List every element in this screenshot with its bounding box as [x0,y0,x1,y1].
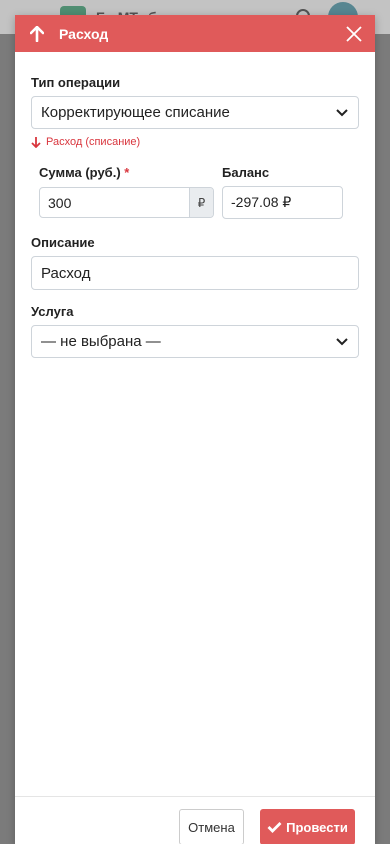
modal-title: Расход [59,25,109,42]
service-value: — не выбрана — [41,333,161,350]
cancel-button[interactable]: Отмена [179,809,244,844]
modal-footer: Отмена Провести [15,796,375,844]
close-icon[interactable] [345,25,363,43]
operation-type-hint: Расход (списание) [31,136,359,148]
balance-field: -297.08 ₽ [222,186,343,219]
expense-modal: Расход Тип операции Корректирующее списа… [15,15,375,844]
operation-type-select[interactable]: Корректирующее списание [31,96,359,129]
chevron-down-icon [335,108,349,118]
check-icon [267,821,282,833]
operation-type-value: Корректирующее списание [41,104,230,121]
modal-header: Расход [15,15,375,52]
description-input[interactable]: Расход [31,256,359,290]
operation-type-label: Тип операции [31,75,121,90]
amount-balance-row: Сумма (руб.) * 300 ₽ Баланс -297.08 ₽ [31,165,359,219]
amount-label: Сумма (руб.) * [39,165,130,180]
service-label: Услуга [31,304,74,319]
description-label: Описание [31,235,95,250]
balance-group: Баланс -297.08 ₽ [206,165,359,219]
amount-group: Сумма (руб.) * 300 ₽ [31,165,214,219]
submit-button[interactable]: Провести [260,809,355,844]
service-select[interactable]: — не выбрана — [31,325,359,358]
balance-label: Баланс [222,165,270,180]
amount-field[interactable]: 300 ₽ [39,187,214,218]
arrow-down-icon [31,136,42,148]
submit-label: Провести [286,819,348,835]
operation-type-hint-text: Расход (списание) [46,136,141,148]
amount-input[interactable]: 300 [40,188,189,217]
arrow-up-icon [29,25,45,43]
modal-body: Тип операции Корректирующее списание Рас… [15,75,375,358]
chevron-down-icon [335,337,349,347]
required-mark: * [124,165,130,180]
